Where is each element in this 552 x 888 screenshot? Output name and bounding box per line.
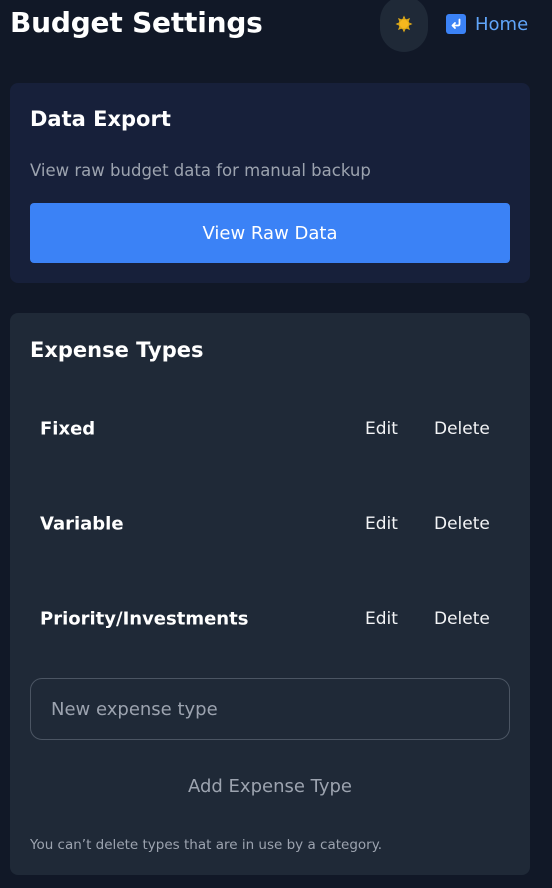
expense-type-name: Variable (40, 513, 124, 535)
home-link[interactable]: Home (446, 12, 528, 36)
add-expense-type-button[interactable]: Add Expense Type (30, 768, 510, 804)
return-arrow-icon (446, 14, 466, 34)
header: Budget Settings Home (0, 0, 552, 52)
data-export-card: Data Export View raw budget data for man… (10, 83, 530, 283)
edit-button[interactable]: Edit (365, 605, 398, 633)
page-title: Budget Settings (10, 6, 263, 39)
expense-type-row: Fixed Edit Delete (30, 394, 510, 464)
delete-button[interactable]: Delete (434, 415, 490, 443)
delete-restriction-note: You can’t delete types that are in use b… (30, 837, 383, 853)
data-export-description: View raw budget data for manual backup (30, 161, 371, 180)
delete-button[interactable]: Delete (434, 510, 490, 538)
data-export-title: Data Export (30, 107, 171, 131)
delete-button[interactable]: Delete (434, 605, 490, 633)
theme-toggle-button[interactable] (380, 0, 428, 52)
expense-type-name: Fixed (40, 418, 96, 440)
home-link-label: Home (475, 13, 529, 35)
expense-type-row: Variable Edit Delete (30, 489, 510, 559)
new-expense-type-input[interactable] (30, 678, 510, 740)
expense-types-card: Expense Types Fixed Edit Delete Variable… (10, 313, 530, 875)
edit-button[interactable]: Edit (365, 415, 398, 443)
expense-type-row: Priority/Investments Edit Delete (30, 584, 510, 654)
view-raw-data-button[interactable]: View Raw Data (30, 203, 510, 263)
expense-types-title: Expense Types (30, 338, 204, 362)
sun-icon (395, 15, 413, 33)
expense-type-name: Priority/Investments (40, 608, 249, 630)
edit-button[interactable]: Edit (365, 510, 398, 538)
